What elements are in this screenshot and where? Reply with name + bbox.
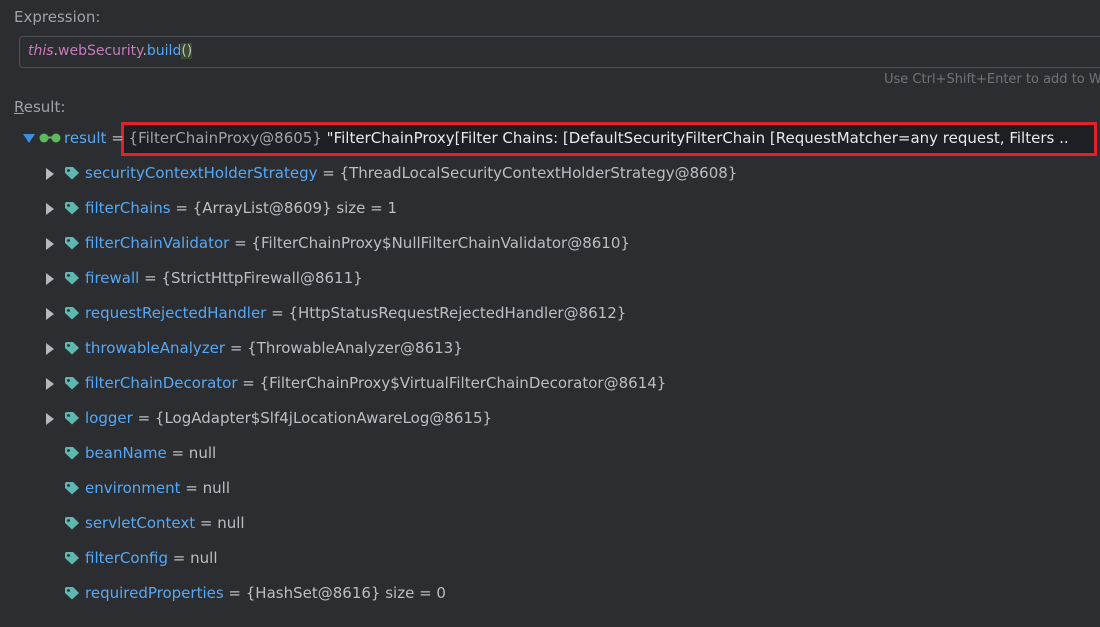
result-label: Result:	[14, 98, 65, 116]
field-value: = null	[195, 514, 245, 532]
result-value: "FilterChainProxy[Filter Chains: [Defaul…	[321, 129, 1069, 147]
field-tag-icon	[65, 412, 79, 425]
expand-arrow-icon[interactable]	[46, 203, 54, 215]
expression-input[interactable]: this.webSecurity.build()	[19, 36, 1100, 68]
tree-row-text: filterChainValidator = {FilterChainProxy…	[85, 226, 630, 261]
field-name: firewall	[85, 269, 140, 287]
field-value: = {HashSet@8616} size = 0	[223, 584, 446, 602]
field-tag-icon	[65, 202, 79, 215]
tree-row-text: filterConfig = null	[85, 541, 217, 576]
tree-row-text: beanName = null	[85, 436, 216, 471]
expand-arrow-icon[interactable]	[23, 134, 35, 143]
field-name: filterChains	[85, 199, 171, 217]
tree-root-text: result = {FilterChainProxy@8605} "Filter…	[64, 121, 1069, 156]
code-method: build	[146, 43, 182, 59]
expand-arrow-icon[interactable]	[46, 378, 54, 390]
field-name: securityContextHolderStrategy	[85, 164, 318, 182]
expand-arrow-icon[interactable]	[46, 413, 54, 425]
expression-label: Expression:	[14, 8, 101, 26]
field-value: = null	[166, 444, 217, 462]
tree-row-text: filterChainDecorator = {FilterChainProxy…	[85, 366, 666, 401]
field-name: environment	[85, 479, 181, 497]
watch-glasses-icon	[39, 133, 61, 143]
field-value: = null	[180, 479, 230, 497]
field-value: = {HttpStatusRequestRejectedHandler@8612…	[266, 304, 627, 322]
result-eq: =	[106, 129, 129, 147]
expand-arrow-icon[interactable]	[46, 308, 54, 320]
field-tag-icon	[65, 587, 79, 600]
field-tag-icon	[65, 447, 79, 460]
field-value: = {LogAdapter$Slf4jLocationAwareLog@8615…	[132, 409, 493, 427]
field-name: beanName	[85, 444, 167, 462]
field-value: = {ThreadLocalSecurityContextHolderStrat…	[317, 164, 738, 182]
field-name: filterChainDecorator	[85, 374, 238, 392]
result-label-rest: esult:	[23, 98, 66, 116]
field-tag-icon	[65, 167, 79, 180]
field-value: = {StrictHttpFirewall@8611}	[139, 269, 363, 287]
result-label-mnemonic: R	[14, 98, 24, 116]
field-name: throwableAnalyzer	[85, 339, 226, 357]
code-parens: ()	[181, 43, 193, 59]
expression-code: this.webSecurity.build()	[28, 43, 193, 59]
field-name: filterChainValidator	[85, 234, 230, 252]
field-value: = {ThrowableAnalyzer@8613}	[225, 339, 463, 357]
tree-row-text: securityContextHolderStrategy = {ThreadL…	[85, 156, 737, 191]
tree-row-text: throwableAnalyzer = {ThrowableAnalyzer@8…	[85, 331, 463, 366]
field-name: logger	[85, 409, 133, 427]
field-tag-icon	[65, 377, 79, 390]
result-type: {FilterChainProxy@8605}	[128, 129, 322, 147]
field-tag-icon	[65, 237, 79, 250]
result-name: result	[64, 129, 107, 147]
field-value: = {FilterChainProxy$NullFilterChainValid…	[229, 234, 630, 252]
tree-row-text: requiredProperties = {HashSet@8616} size…	[85, 576, 446, 611]
tree-row-text: filterChains = {ArrayList@8609} size = 1	[85, 191, 397, 226]
evaluate-expression-panel: Expression: this.webSecurity.build() Use…	[0, 0, 1100, 627]
code-field: webSecurity	[58, 43, 143, 59]
add-to-watches-hint: Use Ctrl+Shift+Enter to add to W	[884, 72, 1100, 87]
field-tag-icon	[65, 272, 79, 285]
field-name: requestRejectedHandler	[85, 304, 267, 322]
field-tag-icon	[65, 307, 79, 320]
field-value: = {ArrayList@8609} size = 1	[170, 199, 398, 217]
field-name: filterConfig	[85, 549, 169, 567]
expand-arrow-icon[interactable]	[46, 273, 54, 285]
field-name: servletContext	[85, 514, 196, 532]
expand-arrow-icon[interactable]	[46, 168, 54, 180]
field-tag-icon	[65, 342, 79, 355]
expand-arrow-icon[interactable]	[46, 238, 54, 250]
code-this: this	[28, 43, 54, 59]
field-tag-icon	[65, 482, 79, 495]
field-tag-icon	[65, 552, 79, 565]
field-value: = {FilterChainProxy$VirtualFilterChainDe…	[237, 374, 667, 392]
tree-row-text: requestRejectedHandler = {HttpStatusRequ…	[85, 296, 626, 331]
field-name: requiredProperties	[85, 584, 224, 602]
tree-row-text: firewall = {StrictHttpFirewall@8611}	[85, 261, 363, 296]
tree-row-text: logger = {LogAdapter$Slf4jLocationAwareL…	[85, 401, 492, 436]
tree-row-text: servletContext = null	[85, 506, 245, 541]
expand-arrow-icon[interactable]	[46, 343, 54, 355]
field-tag-icon	[65, 517, 79, 530]
field-value: = null	[168, 549, 218, 567]
tree-row-text: environment = null	[85, 471, 230, 506]
